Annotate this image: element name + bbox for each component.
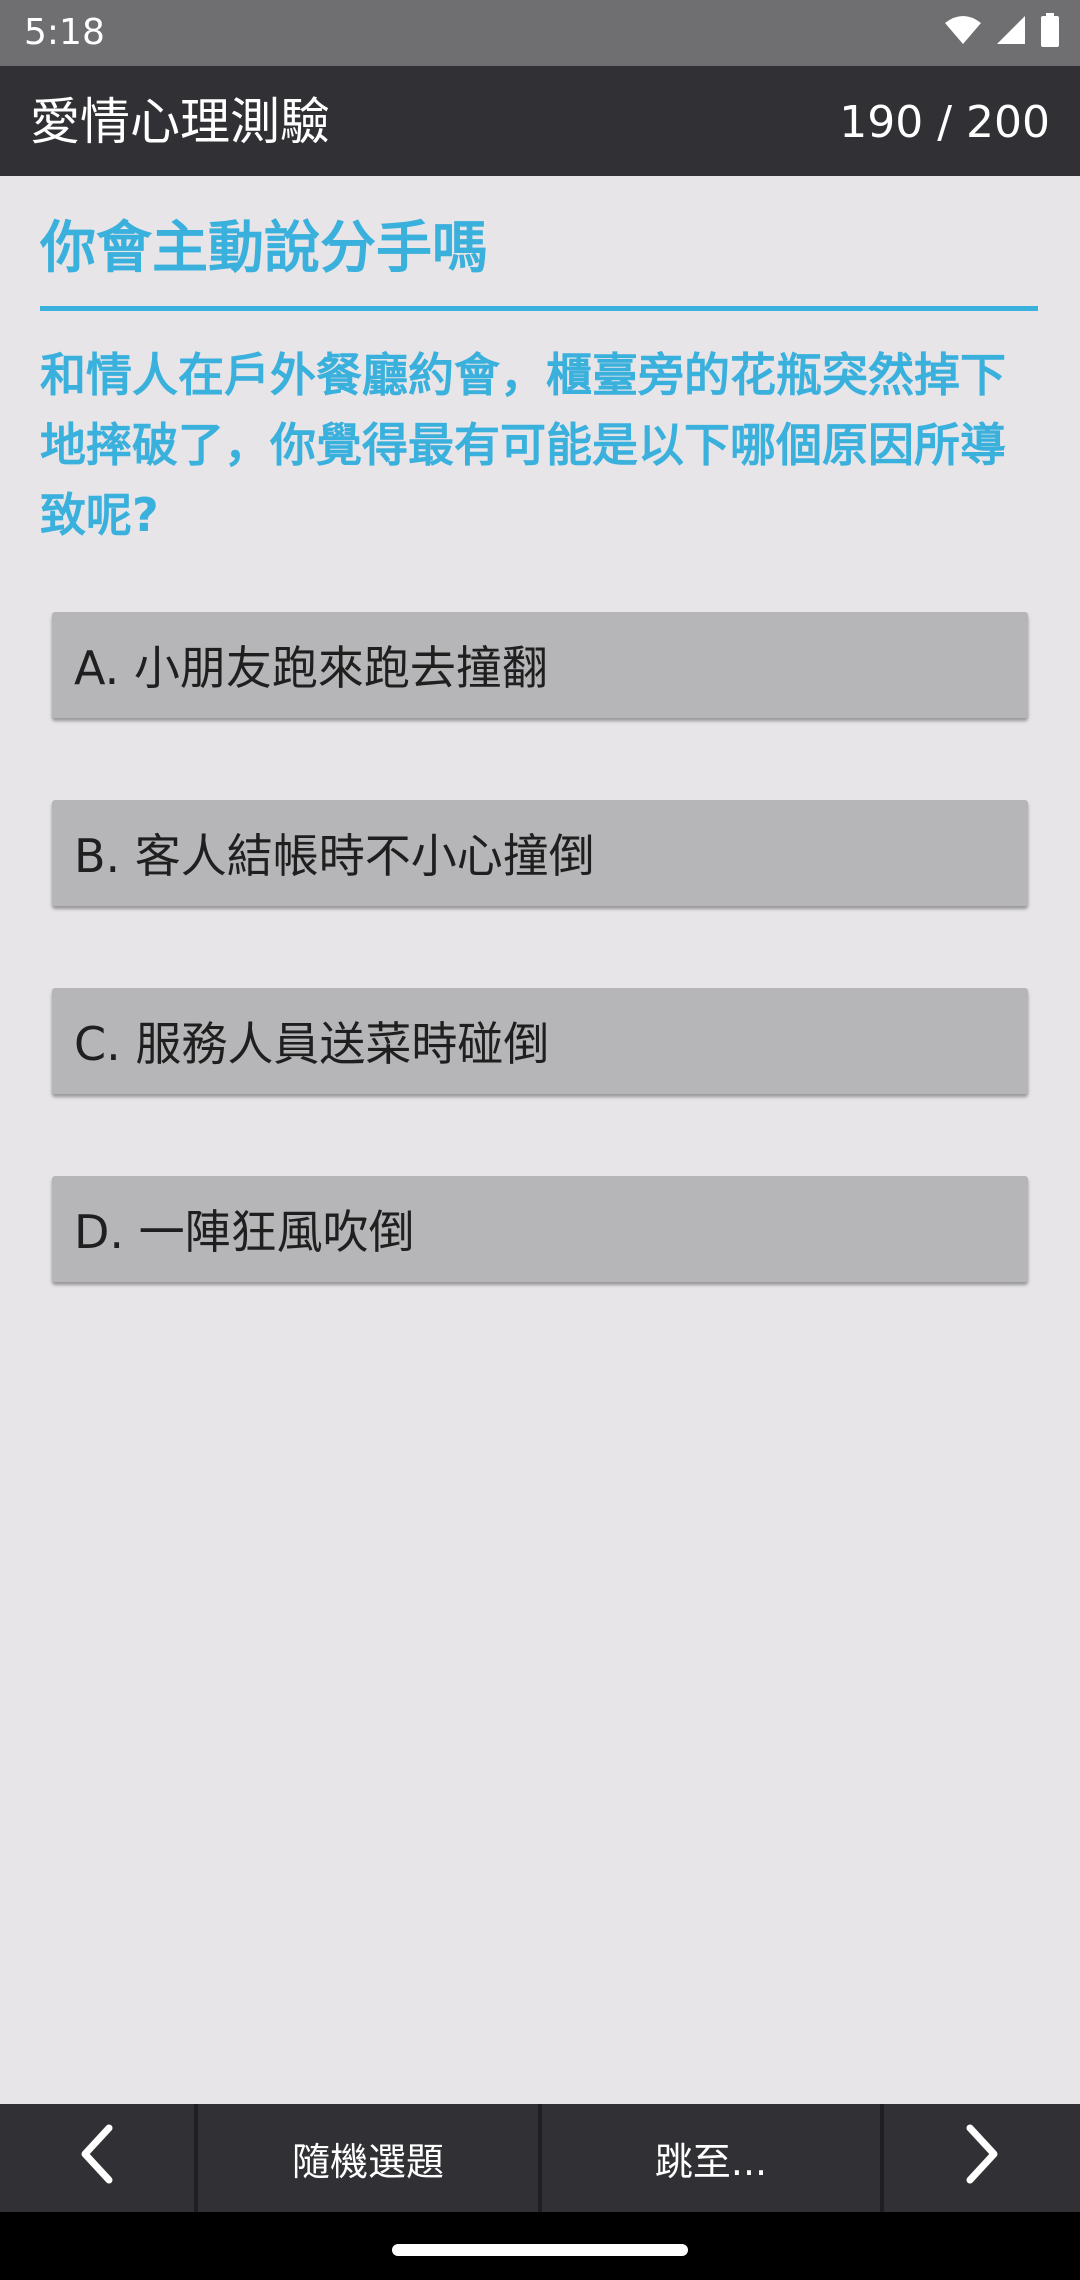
option-a-button[interactable]: A. 小朋友跑來跑去撞翻 [52, 612, 1028, 718]
jump-to-button[interactable]: 跳至... [542, 2104, 880, 2212]
quiz-content: 你會主動說分手嗎 和情人在戶外餐廳約會，櫃臺旁的花瓶突然掉下地摔破了，你覺得最有… [0, 176, 1080, 2104]
gesture-nav-bar [0, 2212, 1080, 2280]
question-counter: 190 / 200 [839, 97, 1050, 148]
chevron-left-icon [77, 2124, 117, 2193]
app-title: 愛情心理測驗 [30, 93, 330, 151]
question-text: 和情人在戶外餐廳約會，櫃臺旁的花瓶突然掉下地摔破了，你覺得最有可能是以下哪個原因… [40, 348, 1006, 542]
title-divider [40, 306, 1038, 311]
signal-icon [996, 15, 1026, 49]
status-bar: 5:18 [0, 0, 1080, 66]
app-bar: 愛情心理測驗 190 / 200 [0, 66, 1080, 176]
status-time: 5:18 [24, 12, 105, 53]
option-c-button[interactable]: C. 服務人員送菜時碰倒 [52, 988, 1028, 1094]
next-button[interactable] [884, 2104, 1080, 2212]
option-b-button[interactable]: B. 客人結帳時不小心撞倒 [52, 800, 1028, 906]
random-question-button[interactable]: 隨機選題 [198, 2104, 538, 2212]
wifi-icon [944, 15, 982, 49]
option-d-button[interactable]: D. 一陣狂風吹倒 [52, 1176, 1028, 1282]
bottom-nav-bar: 隨機選題 跳至... [0, 2104, 1080, 2212]
chevron-right-icon [962, 2124, 1002, 2193]
battery-icon [1040, 13, 1060, 51]
quiz-title: 你會主動說分手嗎 [40, 216, 488, 281]
home-indicator[interactable] [392, 2244, 688, 2256]
previous-button[interactable] [0, 2104, 194, 2212]
status-icons [944, 13, 1060, 51]
